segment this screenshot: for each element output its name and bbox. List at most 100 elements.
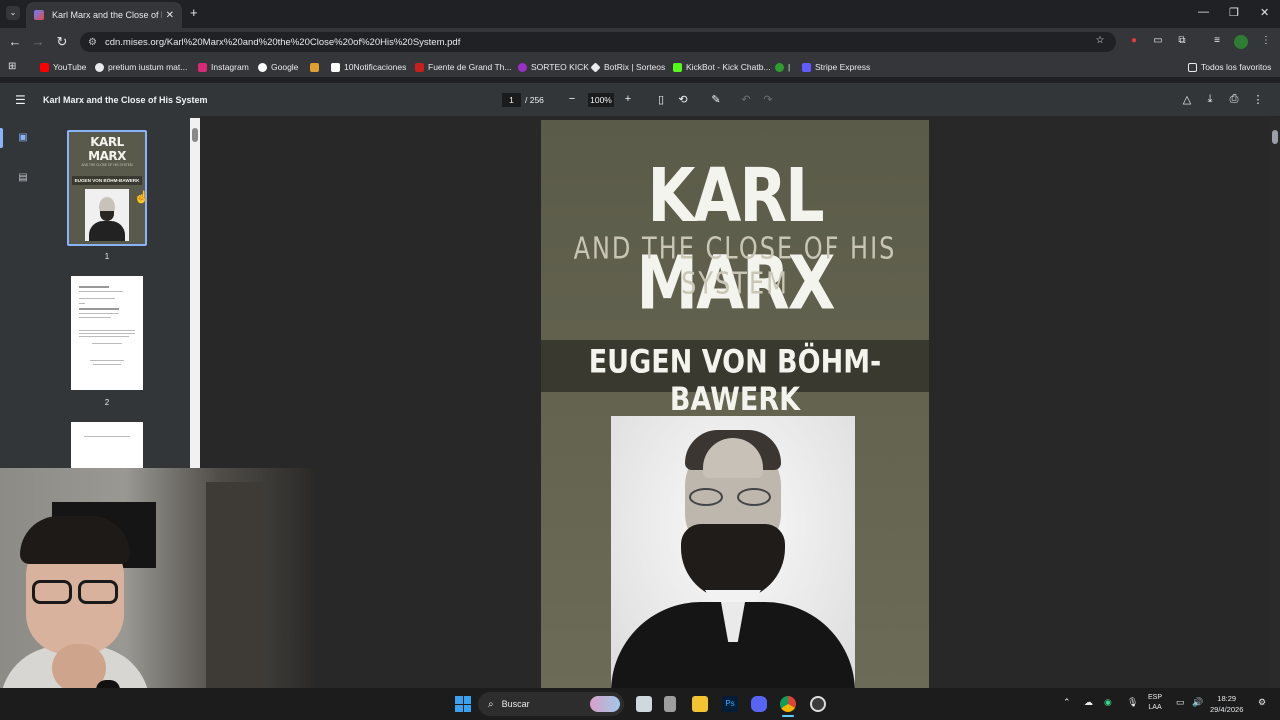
media-control-icon[interactable]: ≡ — [1211, 35, 1223, 47]
thumbnail-number-1: 1 — [104, 252, 110, 261]
thumbnails-view-icon[interactable]: ▣ — [16, 132, 30, 146]
bookmark-star-icon[interactable]: ☆ — [1094, 35, 1106, 47]
tab-search-button[interactable]: ⌄ — [6, 6, 20, 20]
windows-start-icon[interactable] — [455, 696, 471, 712]
mic-icon[interactable]: 🎙 — [1127, 697, 1138, 708]
extension-card-icon[interactable]: ▭ — [1152, 35, 1164, 47]
bookmark-youtube[interactable]: YouTube — [40, 59, 86, 75]
drive-icon[interactable]: △ — [1180, 93, 1194, 106]
lang-code: ESP — [1148, 694, 1163, 701]
instagram-icon — [198, 62, 207, 72]
pdf-more-icon[interactable]: ⋮ — [1251, 93, 1265, 106]
bookmark-google[interactable]: Google — [258, 59, 298, 75]
download-icon[interactable]: ⤓ — [1203, 93, 1217, 106]
menu-kebab-icon[interactable]: ⋮ — [1260, 35, 1272, 47]
thumb-2-lines — [71, 276, 143, 375]
tray-app-icon[interactable]: ◉ — [1104, 697, 1112, 708]
main-scrollbar-thumb[interactable] — [1272, 130, 1278, 144]
tab-title: Karl Marx and the Close of His S — [52, 10, 162, 20]
extension-red-icon[interactable]: ● — [1128, 35, 1140, 47]
bookmark-x[interactable]: 10Notificaciones — [331, 59, 406, 75]
zoom-out-button[interactable]: − — [565, 93, 579, 105]
chrome-icon[interactable] — [780, 696, 796, 712]
bookmark-label: Instagram — [211, 62, 249, 72]
thumbnail-page-1[interactable]: KARL MARX AND THE CLOSE OF HIS SYSTEM EU… — [67, 130, 147, 246]
system-clock[interactable]: 18:29 29/4/2026 — [1210, 693, 1243, 715]
tray-expand-icon[interactable]: ⌃ — [1063, 697, 1071, 708]
bookmark-fuente[interactable]: Fuente de Grand Th... — [415, 59, 511, 75]
extensions-puzzle-icon[interactable]: ⧉ — [1176, 35, 1188, 47]
bookmark-label: BotRix | Sorteos — [604, 62, 666, 72]
bookmark-label: | — [788, 62, 791, 72]
volume-icon[interactable]: 🔊 — [1192, 697, 1203, 708]
discord-icon[interactable] — [751, 696, 767, 712]
search-highlight-icon — [590, 696, 620, 712]
tab-active[interactable]: Karl Marx and the Close of His S ✕ — [26, 2, 182, 28]
print-icon[interactable]: ⎙ — [1227, 93, 1241, 106]
phone-link-icon[interactable] — [664, 696, 676, 712]
forward-arrow-icon[interactable]: → — [30, 34, 46, 49]
redo-icon[interactable]: ↷ — [761, 93, 775, 106]
kickbot-icon — [673, 62, 682, 72]
close-window-button[interactable]: ✕ — [1260, 6, 1269, 19]
bookmark-pretium[interactable]: pretium iustum mat... — [95, 59, 187, 75]
undo-icon[interactable]: ↶ — [739, 93, 753, 106]
google-icon — [258, 62, 267, 72]
sidebar-scrollbar-thumb[interactable] — [192, 128, 198, 142]
pdf-title: Karl Marx and the Close of His System — [43, 95, 208, 105]
onedrive-icon[interactable]: ☁ — [1084, 697, 1093, 708]
notifications-icon[interactable]: ⚙ — [1258, 697, 1266, 708]
pinwheel-icon — [310, 62, 319, 72]
mouse-cursor-icon: ☝ — [134, 190, 149, 204]
sidebar-scrollbar[interactable] — [190, 118, 200, 468]
new-tab-button[interactable]: + — [190, 5, 198, 20]
zoom-in-button[interactable]: + — [621, 93, 635, 105]
botrix-icon — [590, 61, 601, 73]
photoshop-icon[interactable]: Ps — [722, 696, 738, 712]
back-arrow-icon[interactable]: ← — [7, 34, 23, 49]
profile-avatar-icon[interactable] — [1234, 35, 1248, 49]
bookmark-sorteo[interactable]: SORTEO KICK — [518, 59, 589, 75]
reload-icon[interactable]: ↻ — [54, 34, 70, 50]
restore-button[interactable]: ❐ — [1229, 6, 1239, 19]
minimize-button[interactable]: — — [1198, 6, 1209, 18]
bookmark-label: SORTEO KICK — [531, 62, 589, 72]
webcam-overlay — [0, 468, 313, 720]
bookmark-green[interactable]: | — [775, 59, 790, 75]
network-icon[interactable]: ▭ — [1176, 697, 1185, 708]
annotate-pen-icon[interactable]: ✎ — [709, 93, 723, 106]
main-scrollbar[interactable] — [1270, 118, 1280, 688]
page-number-input[interactable]: 1 — [502, 93, 521, 107]
fit-page-icon[interactable]: ▯ — [654, 93, 668, 106]
bookmark-pinwheel[interactable] — [310, 59, 323, 75]
taskbar-search[interactable]: ⌕ Buscar — [478, 692, 624, 716]
search-icon: ⌕ — [488, 698, 494, 710]
author-portrait — [611, 416, 855, 688]
sidebar-menu-icon[interactable]: ☰ — [15, 93, 26, 107]
task-view-icon[interactable] — [636, 696, 652, 712]
tab-close-icon[interactable]: ✕ — [166, 10, 174, 21]
file-explorer-icon[interactable] — [692, 696, 708, 712]
bookmark-botrix[interactable]: BotRix | Sorteos — [590, 59, 666, 75]
sidebar-active-indicator — [0, 128, 3, 148]
all-bookmarks[interactable]: Todos los favoritos — [1188, 59, 1271, 75]
thumbnail-page-3[interactable] — [71, 422, 143, 468]
person-hair — [20, 516, 130, 564]
apps-grid-icon[interactable]: ⊞ — [8, 61, 16, 72]
zoom-input[interactable]: 100% — [588, 93, 614, 107]
bookmark-instagram[interactable]: Instagram — [198, 59, 249, 75]
bookmark-kickbot[interactable]: KickBot - Kick Chatb... — [673, 59, 771, 75]
obs-icon[interactable] — [810, 696, 826, 712]
rotate-icon[interactable]: ⟲ — [676, 93, 690, 106]
page-total: / 256 — [525, 95, 544, 105]
thumbnail-page-2[interactable] — [71, 276, 143, 390]
thumb-1-subtitle: AND THE CLOSE OF HIS SYSTEM — [81, 163, 133, 167]
bookmark-label: YouTube — [53, 62, 87, 72]
cover-author: EUGEN VON BÖHM-BAWERK — [588, 343, 882, 419]
bookmark-stripe[interactable]: Stripe Express — [802, 59, 870, 75]
address-bar[interactable]: ⚙ cdn.mises.org/Karl%20Marx%20and%20the%… — [80, 32, 1116, 52]
site-info-icon[interactable]: ⚙ — [88, 37, 97, 48]
outline-view-icon[interactable]: ▤ — [16, 172, 30, 186]
thumb-1-title: KARL MARX — [88, 135, 126, 163]
language-indicator[interactable]: ESP LAA — [1148, 693, 1162, 713]
